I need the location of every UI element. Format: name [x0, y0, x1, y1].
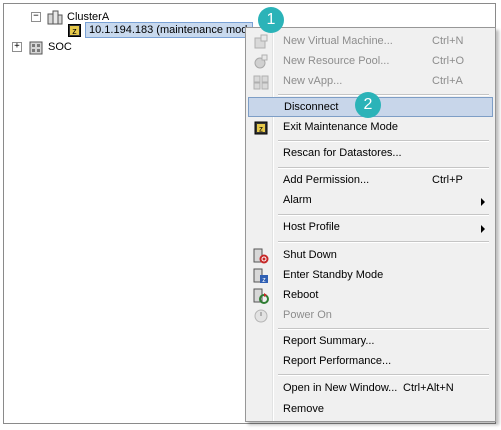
menu-separator: [278, 167, 489, 169]
menu-separator: [278, 214, 489, 216]
expand-expander-icon[interactable]: +: [12, 42, 22, 52]
menu-item-add-permission[interactable]: Add Permission... Ctrl+P: [248, 171, 493, 191]
host-label: 10.1.194.183 (maintenance mode): [85, 22, 253, 38]
menu-item-new-vapp[interactable]: New vApp... Ctrl+A: [248, 72, 493, 92]
collapse-expander-icon[interactable]: −: [31, 12, 41, 22]
power-on-icon: [254, 309, 268, 323]
standby-icon: z: [253, 268, 268, 284]
menu-item-shut-down[interactable]: Shut Down: [248, 246, 493, 266]
cluster-icon: [47, 10, 63, 25]
menu-separator: [278, 241, 489, 243]
menu-item-rescan-datastores[interactable]: Rescan for Datastores...: [248, 144, 493, 164]
reboot-icon: [253, 288, 269, 304]
menu-item-power-on[interactable]: Power On: [248, 306, 493, 326]
callout-badge-1: 1: [258, 7, 284, 33]
datacenter-icon: [29, 41, 43, 55]
context-menu: New Virtual Machine... Ctrl+N New Resour…: [245, 27, 496, 422]
menu-item-report-performance[interactable]: Report Performance...: [248, 352, 493, 372]
maintenance-mode-icon: z: [254, 121, 268, 135]
menu-item-report-summary[interactable]: Report Summary...: [248, 332, 493, 352]
callout-badge-2: 2: [355, 92, 381, 118]
soc-label: SOC: [48, 41, 72, 53]
tree-item-soc[interactable]: + SOC: [12, 39, 72, 55]
menu-separator: [278, 328, 489, 330]
svg-text:z: z: [72, 26, 77, 36]
menu-separator: [278, 374, 489, 376]
new-vapp-icon: [253, 75, 269, 90]
menu-item-remove[interactable]: Remove: [248, 400, 493, 420]
menu-item-open-in-new-window[interactable]: Open in New Window... Ctrl+Alt+N: [248, 379, 493, 399]
menu-item-new-virtual-machine[interactable]: New Virtual Machine... Ctrl+N: [248, 32, 493, 52]
menu-item-alarm[interactable]: Alarm: [248, 191, 493, 211]
menu-item-host-profile[interactable]: Host Profile: [248, 218, 493, 238]
submenu-arrow-icon: [481, 225, 485, 233]
shut-down-icon: [253, 248, 269, 264]
svg-text:z: z: [259, 125, 263, 134]
menu-separator: [278, 140, 489, 142]
tree-item-host[interactable]: z 10.1.194.183 (maintenance mode): [68, 22, 253, 38]
menu-item-exit-maintenance-mode[interactable]: z Exit Maintenance Mode: [248, 118, 493, 138]
menu-item-new-resource-pool[interactable]: New Resource Pool... Ctrl+O: [248, 52, 493, 72]
menu-item-enter-standby-mode[interactable]: z Enter Standby Mode: [248, 266, 493, 286]
svg-text:z: z: [262, 277, 266, 284]
new-resource-pool-icon: [254, 54, 268, 69]
new-vm-icon: [254, 34, 268, 49]
menu-separator: [278, 94, 489, 96]
menu-item-reboot[interactable]: Reboot: [248, 286, 493, 306]
host-maintenance-icon: z: [68, 23, 81, 37]
submenu-arrow-icon: [481, 198, 485, 206]
